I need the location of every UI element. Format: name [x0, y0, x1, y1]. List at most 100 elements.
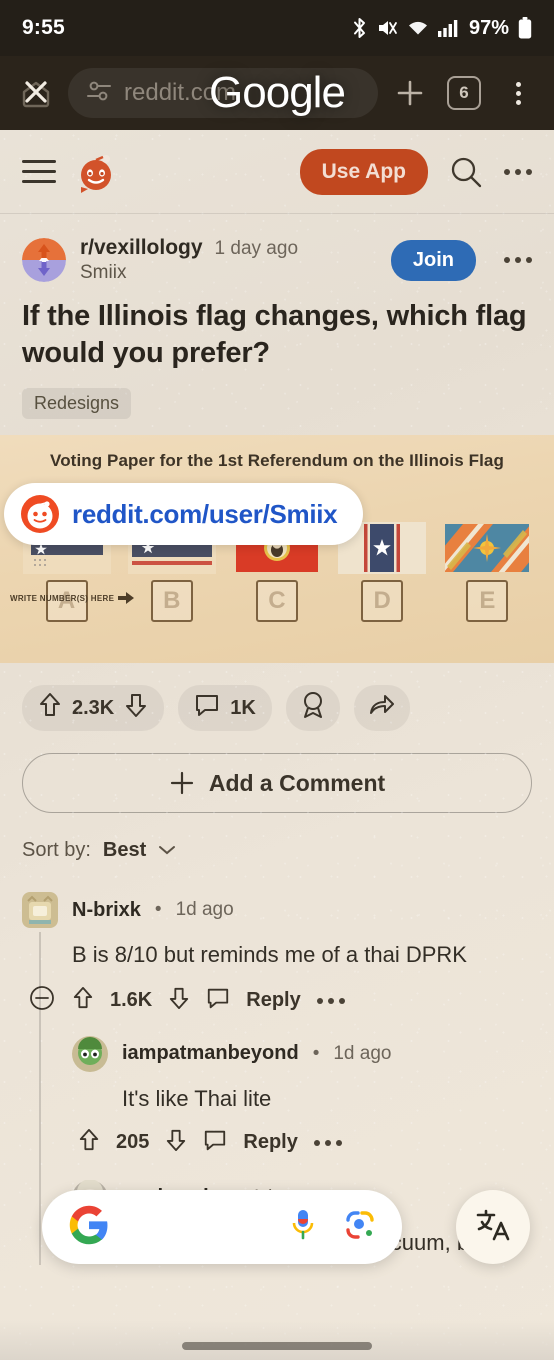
- google-g-icon: [68, 1204, 110, 1251]
- share-arrow-icon: [368, 692, 396, 724]
- search-icon[interactable]: [444, 150, 488, 194]
- browser-menu-button[interactable]: [496, 71, 540, 115]
- comment-separator: •: [154, 899, 162, 921]
- battery-percent: 97%: [468, 16, 509, 39]
- reply-header: iampatmanbeyond • 1d ago: [72, 1035, 532, 1072]
- tab-count: 6: [447, 76, 481, 110]
- cellular-signal-icon: [437, 19, 458, 37]
- reply-separator: •: [312, 1042, 320, 1064]
- comment-downvote-icon[interactable]: [168, 986, 190, 1016]
- post-meta-text: r/vexillology 1 day ago Smiix: [80, 236, 377, 284]
- google-search-bar[interactable]: [42, 1190, 402, 1264]
- post-comment-count: 1K: [230, 696, 256, 719]
- bluetooth-icon: [351, 17, 368, 39]
- url-bar[interactable]: reddit.com: [68, 68, 378, 118]
- comment-action-bar: 1.6K Reply: [22, 984, 532, 1018]
- answer-box-c[interactable]: C: [255, 580, 298, 623]
- subreddit-name[interactable]: r/vexillology: [80, 236, 203, 260]
- translate-button[interactable]: [456, 1190, 530, 1264]
- reply-author[interactable]: iampatmanbeyond: [122, 1042, 299, 1065]
- status-clock: 9:55: [22, 16, 65, 39]
- answer-box-e[interactable]: E: [466, 580, 509, 623]
- chevron-down-icon[interactable]: [158, 839, 176, 862]
- share-chip[interactable]: [353, 685, 410, 732]
- post-time: 1 day ago: [214, 238, 299, 259]
- close-tab-button[interactable]: [14, 71, 58, 115]
- post-title: If the Illinois flag changes, which flag…: [22, 300, 527, 370]
- post-action-bar: 2.3K 1K: [0, 663, 554, 732]
- post-flair[interactable]: Redesigns: [22, 388, 132, 420]
- status-bar: 9:55 97%: [0, 0, 554, 56]
- reddit-watermark-pill: reddit.com/user/Smiix: [4, 483, 364, 546]
- collapse-minus-icon[interactable]: [28, 984, 56, 1018]
- use-app-button[interactable]: Use App: [299, 148, 428, 195]
- microphone-icon[interactable]: [288, 1208, 318, 1247]
- reply-reply-label[interactable]: Reply: [243, 1131, 297, 1154]
- answer-box-row: WRITE NUMBER(S) HERE A B C D E: [0, 574, 554, 623]
- arrow-right-icon: [118, 592, 135, 605]
- post-author[interactable]: Smiix: [80, 262, 377, 284]
- reply-downvote-icon[interactable]: [165, 1128, 187, 1158]
- post-meta: r/vexillology 1 day ago Smiix Join: [22, 236, 532, 284]
- answer-box-d[interactable]: D: [361, 580, 404, 623]
- wifi-icon: [407, 19, 429, 37]
- reply-upvote-icon[interactable]: [78, 1128, 100, 1158]
- reply-comment-icon[interactable]: [203, 1128, 227, 1158]
- add-comment-label: Add a Comment: [208, 769, 386, 796]
- comment-reply-icon[interactable]: [206, 986, 230, 1016]
- downvote-arrow-icon[interactable]: [124, 692, 148, 724]
- reddit-snoo-logo[interactable]: [72, 147, 122, 197]
- plus-icon: [170, 772, 193, 795]
- overflow-menu-icon: [515, 81, 521, 105]
- comment-header: N-brixk • 1d ago: [22, 892, 532, 929]
- reply-body: It's like Thai lite: [122, 1085, 272, 1111]
- phone-screen: 9:55 97% reddit.com 6 Google Use App r/v…: [0, 0, 554, 1360]
- comment-upvote-icon[interactable]: [72, 986, 94, 1016]
- post-score: 2.3K: [72, 696, 115, 719]
- url-text: reddit.com: [124, 79, 237, 106]
- write-numbers-here-text: WRITE NUMBER(S) HERE: [10, 593, 115, 603]
- award-chip[interactable]: [285, 685, 340, 732]
- comment-chip[interactable]: 1K: [178, 685, 272, 732]
- comment-score: 1.6K: [110, 989, 153, 1012]
- translate-icon: [474, 1206, 512, 1249]
- more-options-icon[interactable]: [504, 168, 532, 175]
- answer-box-b[interactable]: B: [150, 580, 193, 623]
- avatar[interactable]: [72, 1035, 108, 1072]
- post-image[interactable]: Voting Paper for the 1st Referendum on t…: [0, 435, 554, 664]
- reply-time: 1d ago: [333, 1042, 392, 1064]
- vote-chip[interactable]: 2.3K: [22, 685, 165, 732]
- sort-control[interactable]: Sort by: Best: [0, 813, 554, 862]
- gesture-navigation-bar[interactable]: [182, 1342, 372, 1350]
- award-icon: [300, 691, 326, 725]
- sort-value[interactable]: Best: [103, 839, 146, 862]
- watermark-url-text: reddit.com/user/Smiix: [72, 498, 338, 529]
- post: r/vexillology 1 day ago Smiix Join If th…: [0, 214, 554, 420]
- avatar[interactable]: [22, 892, 58, 929]
- battery-icon: [518, 17, 532, 39]
- upvote-arrow-icon[interactable]: [38, 692, 62, 724]
- comment-author[interactable]: N-brixk: [72, 899, 141, 922]
- reddit-snoo-icon: [21, 495, 59, 534]
- subreddit-avatar[interactable]: [22, 238, 66, 282]
- page-settings-icon[interactable]: [86, 79, 112, 108]
- post-more-icon[interactable]: [504, 257, 532, 263]
- comment-body: B is 8/10 but reminds me of a thai DPRK: [72, 942, 467, 968]
- reply-more-icon[interactable]: [313, 1139, 342, 1146]
- post-meta-line: r/vexillology 1 day ago: [80, 236, 377, 260]
- comment-time: 1d ago: [175, 899, 234, 921]
- google-lens-icon[interactable]: [344, 1209, 376, 1246]
- join-button[interactable]: Join: [390, 239, 476, 281]
- add-comment-button[interactable]: Add a Comment: [22, 753, 532, 814]
- bottom-fade: [0, 1320, 554, 1360]
- new-tab-button[interactable]: [388, 71, 432, 115]
- tab-switcher-button[interactable]: 6: [442, 71, 486, 115]
- reply-score: 205: [116, 1131, 150, 1154]
- sort-label: Sort by:: [22, 839, 91, 862]
- comment-more-icon[interactable]: [316, 997, 345, 1004]
- comment-reply-label[interactable]: Reply: [246, 989, 300, 1012]
- hamburger-menu-icon[interactable]: [22, 160, 56, 183]
- reddit-page: Use App r/vexillology 1 day ago Smiix Jo…: [0, 130, 554, 1360]
- reddit-app-header: Use App: [0, 130, 554, 214]
- flag-option-e: [443, 522, 531, 574]
